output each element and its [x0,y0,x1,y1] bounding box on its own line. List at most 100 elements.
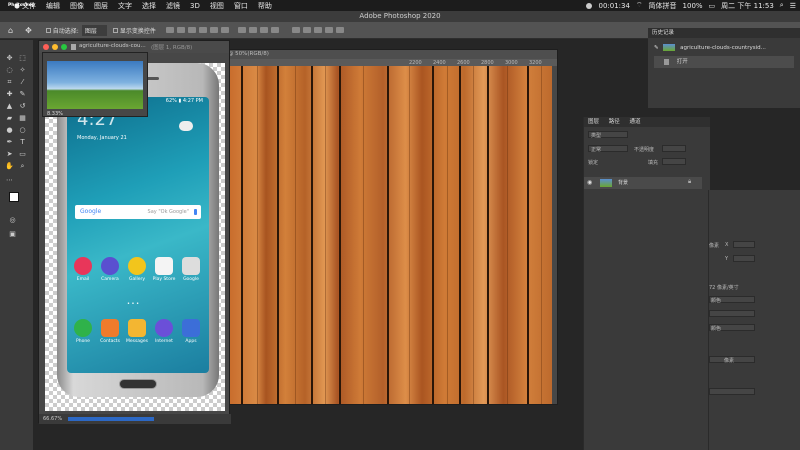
magic-wand-icon[interactable]: ✧ [18,66,27,75]
control-center-icon[interactable]: ☰ [790,2,796,10]
foreground-color-swatch[interactable] [9,192,19,202]
wood-document-tab[interactable]: (C) 特惠.jpg @ 50%(RGB/8) [191,50,557,59]
distribute-4-icon[interactable] [270,27,279,33]
menu-filter[interactable]: 滤镜 [166,1,180,11]
move-tool-icon[interactable]: ✥ [25,26,32,35]
show-transform-checkbox[interactable] [112,27,118,33]
more-tools-icon[interactable]: ⋯ [5,176,14,185]
horizontal-ruler[interactable]: 2200 2400 2600 2800 3000 3200 [191,59,557,66]
home-icon[interactable]: ⌂ [8,26,13,35]
visibility-eye-icon[interactable]: ◉ [587,179,592,186]
app-menu[interactable]: Photoshop [8,3,35,8]
shape-tool-icon[interactable]: ▭ [18,150,27,159]
gradient-tool-icon[interactable]: ▦ [18,114,27,123]
history-snapshot[interactable]: ✎ agriculture-clouds-countrysid... [654,42,794,54]
phone-home-button [119,379,157,389]
blend-mode-dropdown[interactable]: 正常 [588,145,628,153]
auto-select-dropdown[interactable]: 图层 [81,24,107,36]
healing-brush-icon[interactable]: ✚ [5,90,14,99]
y-field[interactable] [733,255,755,262]
layer-name[interactable]: 背景 [618,179,628,186]
tab-channels[interactable]: 通道 [630,119,641,125]
align-left-icon[interactable] [165,27,174,33]
brush-tool-icon[interactable]: ✎ [18,90,27,99]
zoom-window-icon[interactable] [61,44,67,50]
stamp-tool-icon[interactable]: ▲ [5,102,14,111]
bit-depth-dropdown[interactable] [709,310,755,317]
fill-field[interactable] [662,158,686,165]
tab-history[interactable]: 历史记录 [652,30,674,36]
menu-window[interactable]: 窗口 [234,1,248,11]
wood-canvas[interactable] [227,66,552,404]
align-top-icon[interactable] [198,27,207,33]
spotlight-icon[interactable]: ⌕ [780,1,784,10]
3d-roll-icon[interactable] [313,27,322,33]
properties-panel: 像素 X Y 72 像素/英寸 颜色 颜色 像素 [708,190,800,450]
guide-style-dropdown[interactable] [709,388,755,395]
menu-type[interactable]: 文字 [118,1,132,11]
3d-orbit-icon[interactable] [302,27,311,33]
wifi-icon[interactable]: ⌔ [636,1,643,10]
3d-mode-icon[interactable] [291,27,300,33]
distribute-3-icon[interactable] [259,27,268,33]
dodge-tool-icon[interactable]: ○ [18,126,27,135]
3d-slide-icon[interactable] [335,27,344,33]
menu-help[interactable]: 帮助 [258,1,272,11]
align-center-icon[interactable] [176,27,185,33]
quick-mask-icon[interactable]: ◎ [8,216,17,225]
input-method[interactable]: 简体拼音 [649,1,677,11]
lasso-tool-icon[interactable]: ◌ [5,66,14,75]
menu-edit[interactable]: 编辑 [46,1,60,11]
screen-mode-icon[interactable]: ▣ [8,230,17,239]
ruler-unit-dropdown[interactable]: 像素 [709,356,755,364]
opacity-field[interactable] [662,145,686,152]
history-item-open[interactable]: 打开 [654,56,794,68]
battery-icon[interactable]: ▭ [709,2,716,10]
layer-lock-icon[interactable]: 🔒︎ [688,178,691,186]
marquee-tool-icon[interactable]: ⬚ [18,54,27,63]
menu-image[interactable]: 图像 [70,1,84,11]
menu-select[interactable]: 选择 [142,1,156,11]
eraser-tool-icon[interactable]: ▰ [5,114,14,123]
landscape-thumbnail[interactable] [47,61,143,109]
layer-thumbnail-icon [600,179,612,187]
background-dropdown[interactable]: 颜色 [709,324,755,332]
document-icon [664,58,669,65]
3d-pan-icon[interactable] [324,27,333,33]
menu-view[interactable]: 视图 [210,1,224,11]
color-mode-dropdown[interactable]: 颜色 [709,296,755,304]
history-brush-icon[interactable]: ↺ [18,102,27,111]
hand-tool-icon[interactable]: ✋ [5,162,14,171]
layer-kind-filter[interactable]: 类型 [588,131,628,139]
crop-tool-icon[interactable]: ⌗ [5,78,14,87]
datetime[interactable]: 周二 下午 11:53 [721,1,774,11]
blur-tool-icon[interactable]: ● [5,126,14,135]
x-field[interactable] [733,241,755,248]
layer-row-background[interactable]: ◉ 背景 🔒︎ [584,177,702,189]
close-window-icon[interactable] [43,44,49,50]
tab-paths[interactable]: 路径 [609,119,620,125]
path-select-icon[interactable]: ➤ [5,150,14,159]
snapshot-name: agriculture-clouds-countrysid... [680,45,766,51]
zoom-level[interactable]: 66.67% [43,416,62,422]
menu-3d[interactable]: 3D [190,2,200,10]
window-title: Adobe Photoshop 2020 [0,11,800,22]
wood-document-window[interactable]: (C) 特惠.jpg @ 50%(RGB/8) 2200 2400 2600 2… [190,49,558,405]
auto-select-checkbox[interactable] [45,27,51,33]
eyedropper-icon[interactable]: ⁄ [18,78,27,87]
snapshot-thumbnail-icon [663,44,676,51]
zoom-tool-icon[interactable]: ⌕ [18,162,27,171]
history-brush-source-icon[interactable]: ✎ [654,45,659,51]
pen-tool-icon[interactable]: ✒ [5,138,14,147]
type-tool-icon[interactable]: T [18,138,27,147]
tab-layers[interactable]: 图层 [588,119,599,125]
minimize-window-icon[interactable] [52,44,58,50]
distribute-2-icon[interactable] [248,27,257,33]
navigator-thumbnail[interactable]: 8.33% [42,52,148,117]
move-tool-icon[interactable]: ✥ [5,54,14,63]
align-middle-icon[interactable] [209,27,218,33]
align-right-icon[interactable] [187,27,196,33]
distribute-icon[interactable] [237,27,246,33]
menu-layer[interactable]: 图层 [94,1,108,11]
align-bottom-icon[interactable] [220,27,229,33]
